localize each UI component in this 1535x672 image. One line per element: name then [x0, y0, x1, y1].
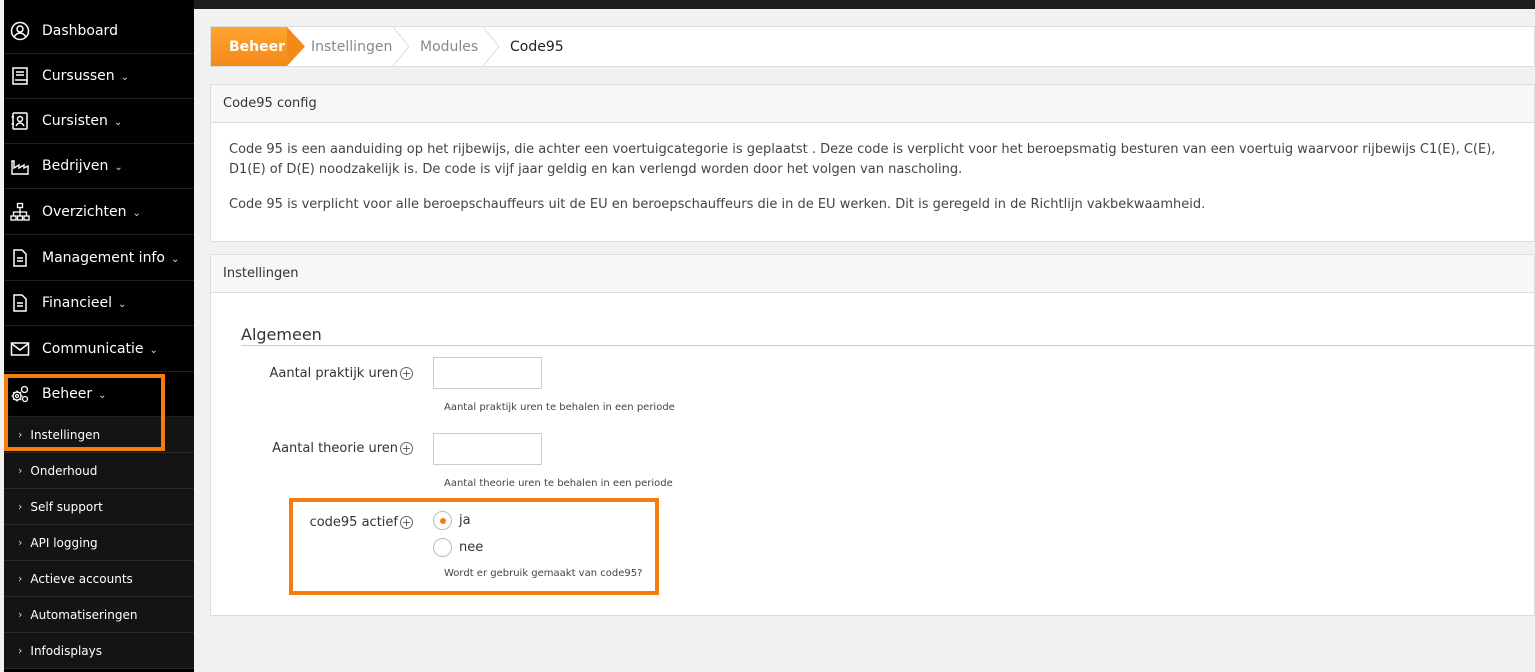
sidebar-item-label: Cursussen	[42, 68, 115, 84]
theorie-uren-input[interactable]	[433, 433, 542, 465]
code95-config-panel: Code95 config Code 95 is een aanduiding …	[210, 84, 1535, 242]
sidebar-item-cursisten[interactable]: Cursisten ⌄	[4, 99, 194, 144]
sidebar-item-label: Beheer	[42, 386, 93, 402]
user-circle-icon	[10, 21, 30, 41]
sidebar-item-beheer[interactable]: Beheer ⌄	[4, 372, 194, 417]
breadcrumb-label: Beheer	[229, 38, 286, 55]
chevron-down-icon: ⌄	[132, 208, 141, 219]
sidebar-item-overzichten[interactable]: Overzichten ⌄	[4, 190, 194, 235]
settings-panel: Instellingen Algemeen Aantal praktijk ur…	[210, 254, 1535, 616]
chevron-right-icon: ›	[18, 500, 23, 513]
config-description-2: Code 95 is verplicht voor alle beroepsch…	[229, 197, 1206, 212]
chevron-right-icon: ›	[18, 536, 23, 549]
sidebar-subitem-label: Actieve accounts	[30, 571, 133, 586]
chevron-right-icon: ›	[18, 608, 23, 621]
sidebar-subitem-onderhoud[interactable]: › Onderhoud	[4, 453, 194, 489]
sidebar-item-label: Overzichten	[42, 204, 127, 220]
sidebar-item-label: Management info	[42, 250, 165, 266]
chevron-right-icon: ›	[18, 428, 23, 441]
code95-actief-help: Wordt er gebruik gemaakt van code95?	[444, 568, 643, 579]
document-icon	[10, 248, 30, 268]
praktijk-uren-help: Aantal praktijk uren te behalen in een p…	[444, 402, 675, 413]
sidebar-item-bedrijven[interactable]: Bedrijven ⌄	[4, 144, 194, 189]
breadcrumb-label: Code95	[510, 38, 564, 55]
field-label-text: Aantal praktijk uren	[269, 365, 398, 381]
sidebar-item-label: Dashboard	[42, 23, 118, 39]
sidebar-subitem-label: Instellingen	[30, 427, 101, 442]
section-title: Algemeen	[241, 325, 322, 344]
sidebar-subitem-label: API logging	[30, 535, 98, 550]
breadcrumb-item-beheer[interactable]: Beheer	[211, 27, 287, 66]
chevron-right-icon: ›	[18, 644, 23, 657]
code95-actief-label: code95 actief +	[251, 512, 413, 532]
praktijk-uren-input[interactable]	[433, 357, 542, 389]
sidebar-subitem-label: Self support	[30, 499, 103, 514]
breadcrumb-arrow-active	[287, 27, 305, 66]
plus-circle-icon[interactable]: +	[400, 441, 413, 455]
sidebar: Dashboard Cursussen ⌄ Cursisten ⌄ Bedrij…	[4, 0, 194, 672]
chevron-down-icon: ⌄	[170, 254, 180, 265]
breadcrumb-item-instellingen[interactable]: Instellingen	[311, 27, 392, 66]
breadcrumb: Beheer Instellingen Modules Code95	[210, 26, 1535, 67]
radio-ja[interactable]	[433, 511, 452, 530]
field-label-text: code95 actief	[309, 514, 398, 530]
radio-ja-label[interactable]: ja	[459, 513, 471, 528]
sidebar-subitem-self-support[interactable]: › Self support	[4, 489, 194, 525]
top-bar	[194, 0, 1535, 9]
chevron-down-icon: ⌄	[114, 162, 123, 173]
sidebar-subitem-actieve-accounts[interactable]: › Actieve accounts	[4, 561, 194, 597]
plus-circle-icon[interactable]: +	[400, 515, 413, 529]
chevron-down-icon: ⌄	[113, 117, 123, 128]
chevron-down-icon: ⌄	[98, 390, 107, 401]
sidebar-item-dashboard[interactable]: Dashboard	[4, 9, 194, 54]
breadcrumb-separator-icon	[393, 27, 410, 66]
config-description-1: Code 95 is een aanduiding op het rijbewi…	[229, 142, 1496, 177]
sidebar-subitem-api-logging[interactable]: › API logging	[4, 525, 194, 561]
radio-nee-label[interactable]: nee	[459, 540, 483, 555]
sidebar-subitem-automatiseringen[interactable]: › Automatiseringen	[4, 597, 194, 633]
section-divider	[241, 345, 1535, 346]
breadcrumb-item-modules[interactable]: Modules	[420, 27, 478, 66]
theorie-uren-help: Aantal theorie uren te behalen in een pe…	[444, 478, 673, 489]
plus-circle-icon[interactable]: +	[400, 366, 413, 380]
chevron-down-icon: ⌄	[120, 72, 130, 83]
breadcrumb-separator-icon	[483, 27, 500, 66]
sidebar-subitem-label: Infodisplays	[30, 643, 102, 658]
panel-title: Code95 config	[211, 85, 1534, 123]
theorie-uren-label: Aantal theorie uren +	[251, 438, 413, 458]
sidebar-subitem-label: Automatiseringen	[30, 607, 138, 622]
sidebar-item-management-info[interactable]: Management info ⌄	[4, 236, 194, 281]
sidebar-item-label: Bedrijven	[42, 158, 109, 174]
radio-nee[interactable]	[433, 538, 452, 557]
chevron-down-icon: ⌄	[117, 299, 127, 310]
sidebar-item-communicatie[interactable]: Communicatie ⌄	[4, 327, 194, 372]
field-label-text: Aantal theorie uren	[272, 440, 398, 456]
sitemap-icon	[10, 202, 30, 222]
sidebar-item-financieel[interactable]: Financieel ⌄	[4, 281, 194, 326]
book-icon	[10, 66, 30, 86]
chevron-right-icon: ›	[18, 464, 23, 477]
sidebar-subitem-label: Onderhoud	[30, 463, 98, 478]
sidebar-item-label: Financieel	[42, 295, 112, 311]
sidebar-item-cursussen[interactable]: Cursussen ⌄	[4, 54, 194, 99]
radio-selected-dot	[439, 517, 446, 524]
chevron-down-icon: ⌄	[149, 345, 158, 356]
document-icon	[10, 293, 30, 313]
sidebar-item-label: Cursisten	[42, 113, 108, 129]
id-badge-icon	[10, 111, 30, 131]
chevron-right-icon: ›	[18, 572, 23, 585]
breadcrumb-item-code95: Code95	[510, 27, 564, 66]
panel-title: Instellingen	[211, 255, 1534, 293]
sidebar-subitem-instellingen[interactable]: › Instellingen	[4, 417, 194, 453]
breadcrumb-label: Modules	[420, 38, 479, 55]
gears-icon	[10, 384, 30, 404]
breadcrumb-label: Instellingen	[311, 38, 393, 55]
praktijk-uren-label: Aantal praktijk uren +	[251, 363, 413, 383]
sidebar-subitem-infodisplays[interactable]: › Infodisplays	[4, 633, 194, 669]
industry-icon	[10, 156, 30, 176]
sidebar-item-label: Communicatie	[42, 341, 144, 357]
envelope-icon	[10, 339, 30, 359]
